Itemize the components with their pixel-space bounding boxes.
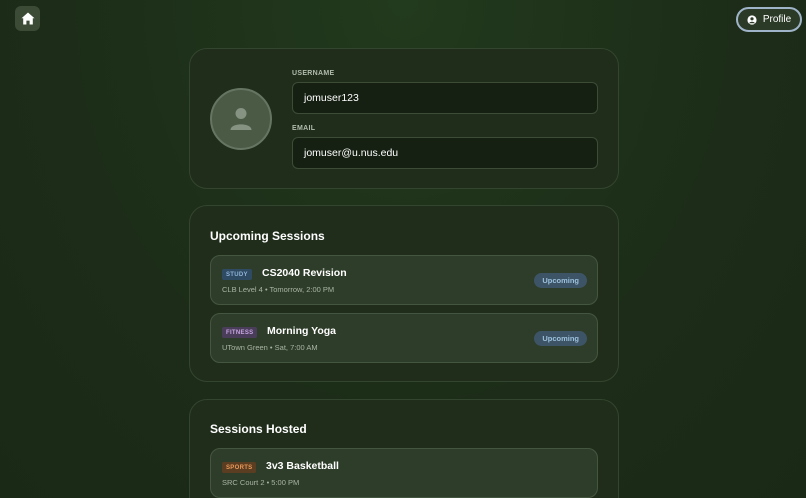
- session-details: SRC Court 2 • 5:00 PM: [222, 478, 300, 487]
- home-button[interactable]: [15, 6, 40, 31]
- home-icon: [21, 12, 34, 25]
- username-field[interactable]: jomuser123: [292, 82, 598, 114]
- session-details: CLB Level 4 • Tomorrow, 2:00 PM: [222, 285, 335, 294]
- session-title: CS2040 Revision: [262, 267, 347, 279]
- status-badge: Upcoming: [534, 331, 587, 346]
- user-circle-icon: [747, 14, 757, 25]
- hosted-sessions-card: Sessions Hosted SPORTS 3v3 Basketball SR…: [189, 399, 619, 498]
- avatar: [210, 88, 272, 150]
- session-title: 3v3 Basketball: [266, 460, 339, 472]
- profile-button-label: Profile: [762, 14, 792, 25]
- profile-card: USERNAME jomuser123 EMAIL jomuser@u.nus.…: [189, 48, 619, 189]
- category-tag: FITNESS: [222, 327, 258, 338]
- upcoming-sessions-card: Upcoming Sessions STUDY CS2040 Revision …: [189, 205, 619, 382]
- username-label: USERNAME: [292, 70, 335, 77]
- profile-button[interactable]: Profile: [736, 7, 802, 32]
- page: Profile USERNAME jomuser123 EMAIL jomuse…: [0, 0, 806, 498]
- session-title: Morning Yoga: [267, 325, 337, 337]
- email-field[interactable]: jomuser@u.nus.edu: [292, 137, 598, 169]
- session-details: UTown Green • Sat, 7:00 AM: [222, 343, 318, 352]
- session-card[interactable]: STUDY CS2040 Revision CLB Level 4 • Tomo…: [210, 255, 598, 305]
- email-label: EMAIL: [292, 125, 316, 132]
- upcoming-sessions-title: Upcoming Sessions: [210, 229, 325, 243]
- hosted-sessions-title: Sessions Hosted: [210, 422, 307, 436]
- category-tag: STUDY: [222, 269, 252, 280]
- status-badge: Upcoming: [534, 273, 587, 288]
- session-card[interactable]: FITNESS Morning Yoga UTown Green • Sat, …: [210, 313, 598, 363]
- session-card[interactable]: SPORTS 3v3 Basketball SRC Court 2 • 5:00…: [210, 448, 598, 498]
- category-tag: SPORTS: [222, 462, 257, 473]
- user-icon: [230, 108, 252, 130]
